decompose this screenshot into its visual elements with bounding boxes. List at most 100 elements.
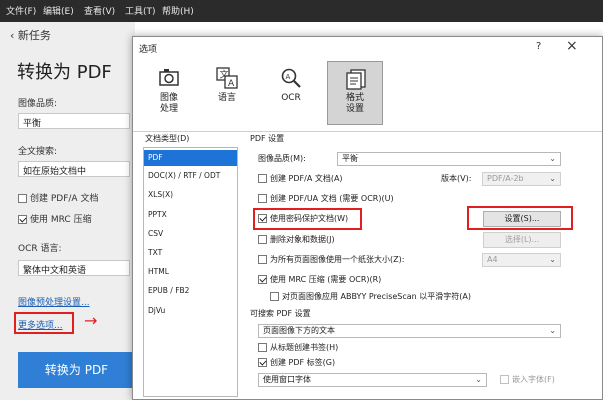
pdf-settings-heading: PDF 设置 xyxy=(250,134,285,143)
back-button[interactable]: ‹ 新任务 xyxy=(10,27,51,43)
pdfa-checkbox[interactable] xyxy=(18,194,27,203)
font-select[interactable]: 使用窗口字体 ⌄ xyxy=(258,373,487,387)
pdfa-checkbox[interactable] xyxy=(258,174,267,183)
ocr-language-select[interactable]: 繁体中文和英语 xyxy=(18,260,130,276)
highlight-settings xyxy=(467,206,573,230)
pdf-tags-row[interactable]: 创建 PDF 标签(G) xyxy=(258,357,335,369)
help-icon[interactable]: ? xyxy=(536,41,541,52)
menu-file[interactable]: 文件(F) xyxy=(6,4,36,17)
embed-fonts-row[interactable]: 嵌入字体(F) xyxy=(500,374,555,386)
menu-help[interactable]: 帮助(H) xyxy=(162,4,194,17)
quality-value: 平衡 xyxy=(342,154,358,163)
mrc-checkbox-row[interactable]: 使用 MRC 压缩 xyxy=(18,212,92,225)
fulltext-label: 全文搜索: xyxy=(18,147,58,157)
pdfua-checkbox[interactable] xyxy=(258,194,267,203)
red-arrow-icon: → xyxy=(84,311,98,330)
single-paper-row[interactable]: 为所有页面图像使用一个纸张大小(Z): xyxy=(258,254,404,266)
chevron-down-icon: ⌄ xyxy=(549,326,556,335)
doctype-item[interactable]: XLS(X) xyxy=(144,187,237,203)
back-label: 新任务 xyxy=(17,29,51,42)
tab-ocr[interactable]: A OCR xyxy=(263,61,319,125)
doctype-item[interactable]: EPUB / FB2 xyxy=(144,283,237,299)
language-icon: 文 A xyxy=(216,67,238,89)
paper-size-value: A4 xyxy=(487,255,498,264)
chevron-down-icon: ⌄ xyxy=(549,154,556,163)
image-processing-icon xyxy=(159,69,179,86)
delete-objects-checkbox[interactable] xyxy=(258,235,267,244)
ocr-language-label: OCR 语言: xyxy=(18,244,62,254)
tab-image-processing[interactable]: 图像 处理 xyxy=(141,61,197,125)
delete-objects-row[interactable]: 删除对象和数据(J) xyxy=(258,234,335,246)
doctype-item[interactable]: PPTX xyxy=(144,207,237,223)
tab-image-processing-label-2: 处理 xyxy=(159,104,178,114)
pdfa-checkbox-row[interactable]: 创建 PDF/A 文档 xyxy=(18,191,98,204)
menu-bar: 文件(F) 编辑(E) 查看(V) 工具(T) 帮助(H) xyxy=(0,0,603,22)
doctypes-list: PDF DOC(X) / RTF / ODT XLS(X) PPTX CSV T… xyxy=(143,147,238,397)
bookmarks-checkbox[interactable] xyxy=(258,343,267,352)
pdfua-label: 创建 PDF/UA 文档 (需要 OCR)(U) xyxy=(270,194,394,203)
embed-fonts-checkbox[interactable] xyxy=(500,375,509,384)
highlight-more-options xyxy=(14,312,74,334)
searchable-heading: 可搜索 PDF 设置 xyxy=(250,309,311,318)
bookmarks-row[interactable]: 从标题创建书签(H) xyxy=(258,342,338,354)
tab-ocr-label: OCR xyxy=(281,93,301,103)
mrc-label: 使用 MRC 压缩 xyxy=(30,215,92,225)
menu-view[interactable]: 查看(V) xyxy=(84,4,115,17)
fulltext-select[interactable]: 如在原始文档中 xyxy=(18,161,130,177)
tab-format-settings-label-2: 设置 xyxy=(345,104,364,114)
tab-language[interactable]: 文 A 语言 xyxy=(199,61,255,125)
doctype-item[interactable]: DjVu xyxy=(144,303,237,319)
image-quality-select[interactable]: 平衡 xyxy=(18,113,130,129)
doctype-item[interactable]: DOC(X) / RTF / ODT xyxy=(144,168,237,184)
searchable-select[interactable]: 页面图像下方的文本 ⌄ xyxy=(258,324,561,338)
pdf-tags-label: 创建 PDF 标签(G) xyxy=(270,358,336,367)
doctype-item[interactable]: CSV xyxy=(144,226,237,242)
tab-image-processing-label-1: 图像 xyxy=(159,93,178,103)
searchable-value: 页面图像下方的文本 xyxy=(263,326,335,335)
highlight-password xyxy=(253,208,362,230)
bookmarks-label: 从标题创建书签(H) xyxy=(270,343,339,352)
doctype-item[interactable]: TXT xyxy=(144,245,237,261)
quality-select[interactable]: 平衡 ⌄ xyxy=(337,152,561,166)
svg-text:A: A xyxy=(228,79,235,89)
single-paper-checkbox[interactable] xyxy=(258,255,267,264)
mrc-checkbox[interactable] xyxy=(258,275,267,284)
chevron-down-icon: ⌄ xyxy=(475,375,482,384)
tab-language-label: 语言 xyxy=(217,93,236,103)
delete-objects-label: 删除对象和数据(J) xyxy=(270,235,335,244)
abbyy-label: 对页面图像应用 ABBYY PreciseScan 以平滑字符(A) xyxy=(282,292,472,301)
paper-size-select[interactable]: A4 ⌄ xyxy=(482,253,561,267)
version-value: PDF/A-2b xyxy=(487,174,524,183)
chevron-down-icon: ⌄ xyxy=(549,174,556,183)
ribbon-divider xyxy=(133,131,602,132)
mrc-row[interactable]: 使用 MRC 压缩 (需要 OCR)(R) xyxy=(258,274,381,286)
convert-button[interactable]: 转换为 PDF xyxy=(18,352,135,388)
preprocess-settings-link[interactable]: 图像预处理设置... xyxy=(18,295,90,308)
tab-format-settings[interactable]: 格式 设置 xyxy=(327,61,383,125)
doctypes-label: 文档类型(D) xyxy=(145,134,190,143)
doctype-item[interactable]: HTML xyxy=(144,264,237,280)
quality-label: 图像品质(M): xyxy=(258,154,306,163)
mrc-checkbox[interactable] xyxy=(18,215,27,224)
version-label: 版本(V): xyxy=(441,174,472,183)
abbyy-checkbox[interactable] xyxy=(270,292,279,301)
menu-tools[interactable]: 工具(T) xyxy=(125,4,156,17)
pdfa-row[interactable]: 创建 PDF/A 文档(A) xyxy=(258,173,343,185)
abbyy-row[interactable]: 对页面图像应用 ABBYY PreciseScan 以平滑字符(A) xyxy=(270,291,471,303)
dialog-title: 选项 xyxy=(139,45,158,55)
pdf-tags-checkbox[interactable] xyxy=(258,358,267,367)
doctype-item[interactable]: PDF xyxy=(144,150,237,166)
font-value: 使用窗口字体 xyxy=(263,375,311,384)
svg-text:A: A xyxy=(286,73,291,81)
version-select[interactable]: PDF/A-2b ⌄ xyxy=(482,172,561,186)
chevron-down-icon: ⌄ xyxy=(549,255,556,264)
chevron-left-icon: ‹ xyxy=(10,29,15,42)
close-icon[interactable]: × xyxy=(566,38,578,54)
single-paper-label: 为所有页面图像使用一个纸张大小(Z): xyxy=(270,255,405,264)
tab-format-settings-label-1: 格式 xyxy=(345,93,364,103)
menu-edit[interactable]: 编辑(E) xyxy=(43,4,74,17)
pdfa-label: 创建 PDF/A 文档 xyxy=(30,194,99,204)
image-quality-label: 图像品质: xyxy=(18,99,58,109)
pdfua-row[interactable]: 创建 PDF/UA 文档 (需要 OCR)(U) xyxy=(258,193,394,205)
choose-button[interactable]: 选择(L)... xyxy=(483,232,561,248)
